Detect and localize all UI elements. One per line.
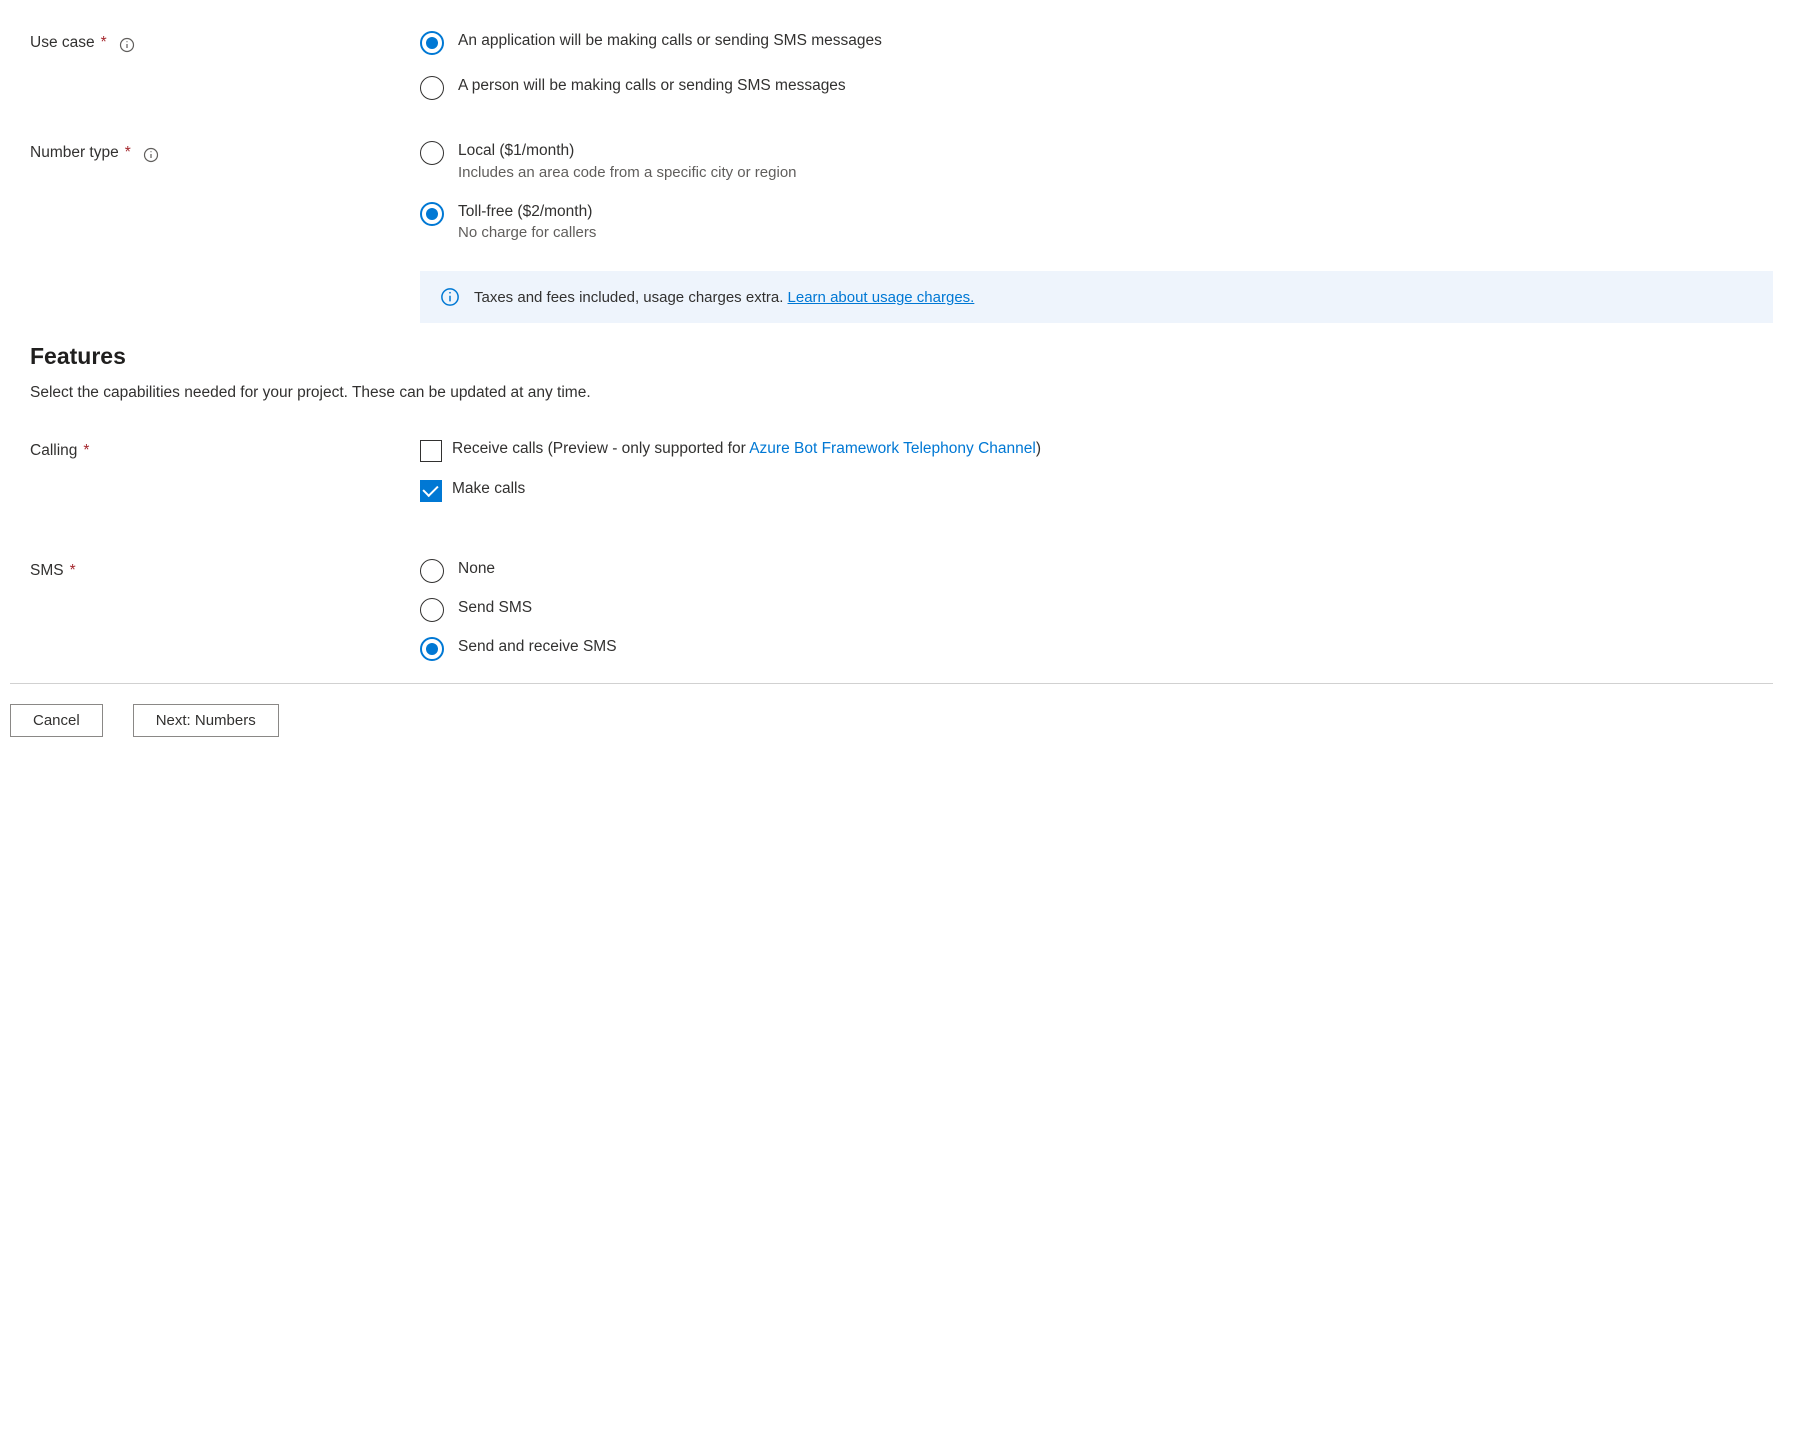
required-asterisk: * — [125, 144, 131, 162]
radio-label: Send and receive SMS — [458, 636, 617, 658]
usage-charges-link[interactable]: Learn about usage charges. — [788, 289, 975, 306]
receive-calls-checkbox[interactable]: Receive calls (Preview - only supported … — [420, 438, 1773, 462]
radio-icon — [420, 637, 444, 661]
radio-icon — [420, 559, 444, 583]
radio-sublabel: No charge for callers — [458, 224, 596, 241]
required-asterisk: * — [70, 562, 76, 580]
pricing-info-box: Taxes and fees included, usage charges e… — [420, 271, 1773, 323]
info-box-text: Taxes and fees included, usage charges e… — [474, 289, 974, 306]
radio-icon — [420, 31, 444, 55]
radio-icon — [420, 202, 444, 226]
checkbox-label: Make calls — [452, 478, 525, 500]
radio-label: Local ($1/month) — [458, 140, 797, 162]
number-type-row: Number type * Local ($1/month) Includes … — [30, 140, 1773, 323]
info-icon[interactable] — [119, 37, 135, 53]
calling-row: Calling * Receive calls (Preview - only … — [30, 438, 1773, 518]
use-case-label: Use case * — [30, 30, 420, 100]
cancel-button[interactable]: Cancel — [10, 704, 103, 737]
radio-label: An application will be making calls or s… — [458, 30, 882, 52]
required-asterisk: * — [83, 442, 89, 460]
sms-label: SMS * — [30, 558, 420, 661]
next-button[interactable]: Next: Numbers — [133, 704, 279, 737]
radio-label: Toll-free ($2/month) — [458, 201, 596, 223]
features-description: Select the capabilities needed for your … — [30, 384, 1773, 402]
radio-label: A person will be making calls or sending… — [458, 75, 846, 97]
radio-icon — [420, 598, 444, 622]
checkbox-icon — [420, 480, 442, 502]
radio-label: None — [458, 558, 495, 580]
sms-send-radio[interactable]: Send SMS — [420, 597, 1773, 622]
info-icon — [440, 287, 460, 307]
features-heading: Features — [30, 343, 1773, 370]
telephony-channel-link[interactable]: Azure Bot Framework Telephony Channel — [749, 440, 1036, 457]
checkbox-label: Receive calls (Preview - only supported … — [452, 438, 1041, 460]
required-asterisk: * — [101, 34, 107, 52]
sms-none-radio[interactable]: None — [420, 558, 1773, 583]
radio-sublabel: Includes an area code from a specific ci… — [458, 164, 797, 181]
number-type-tollfree-radio[interactable]: Toll-free ($2/month) No charge for calle… — [420, 201, 1773, 242]
make-calls-checkbox[interactable]: Make calls — [420, 478, 1773, 502]
number-type-local-radio[interactable]: Local ($1/month) Includes an area code f… — [420, 140, 1773, 181]
footer: Cancel Next: Numbers — [10, 683, 1773, 757]
sms-send-receive-radio[interactable]: Send and receive SMS — [420, 636, 1773, 661]
checkbox-icon — [420, 440, 442, 462]
sms-row: SMS * None Send SMS Send and receive SMS — [30, 558, 1773, 661]
use-case-person-radio[interactable]: A person will be making calls or sending… — [420, 75, 1773, 100]
number-type-label: Number type * — [30, 140, 420, 323]
radio-label: Send SMS — [458, 597, 532, 619]
calling-label: Calling * — [30, 438, 420, 518]
radio-icon — [420, 141, 444, 165]
info-icon[interactable] — [143, 147, 159, 163]
radio-icon — [420, 76, 444, 100]
use-case-row: Use case * An application will be making… — [30, 30, 1773, 100]
use-case-application-radio[interactable]: An application will be making calls or s… — [420, 30, 1773, 55]
